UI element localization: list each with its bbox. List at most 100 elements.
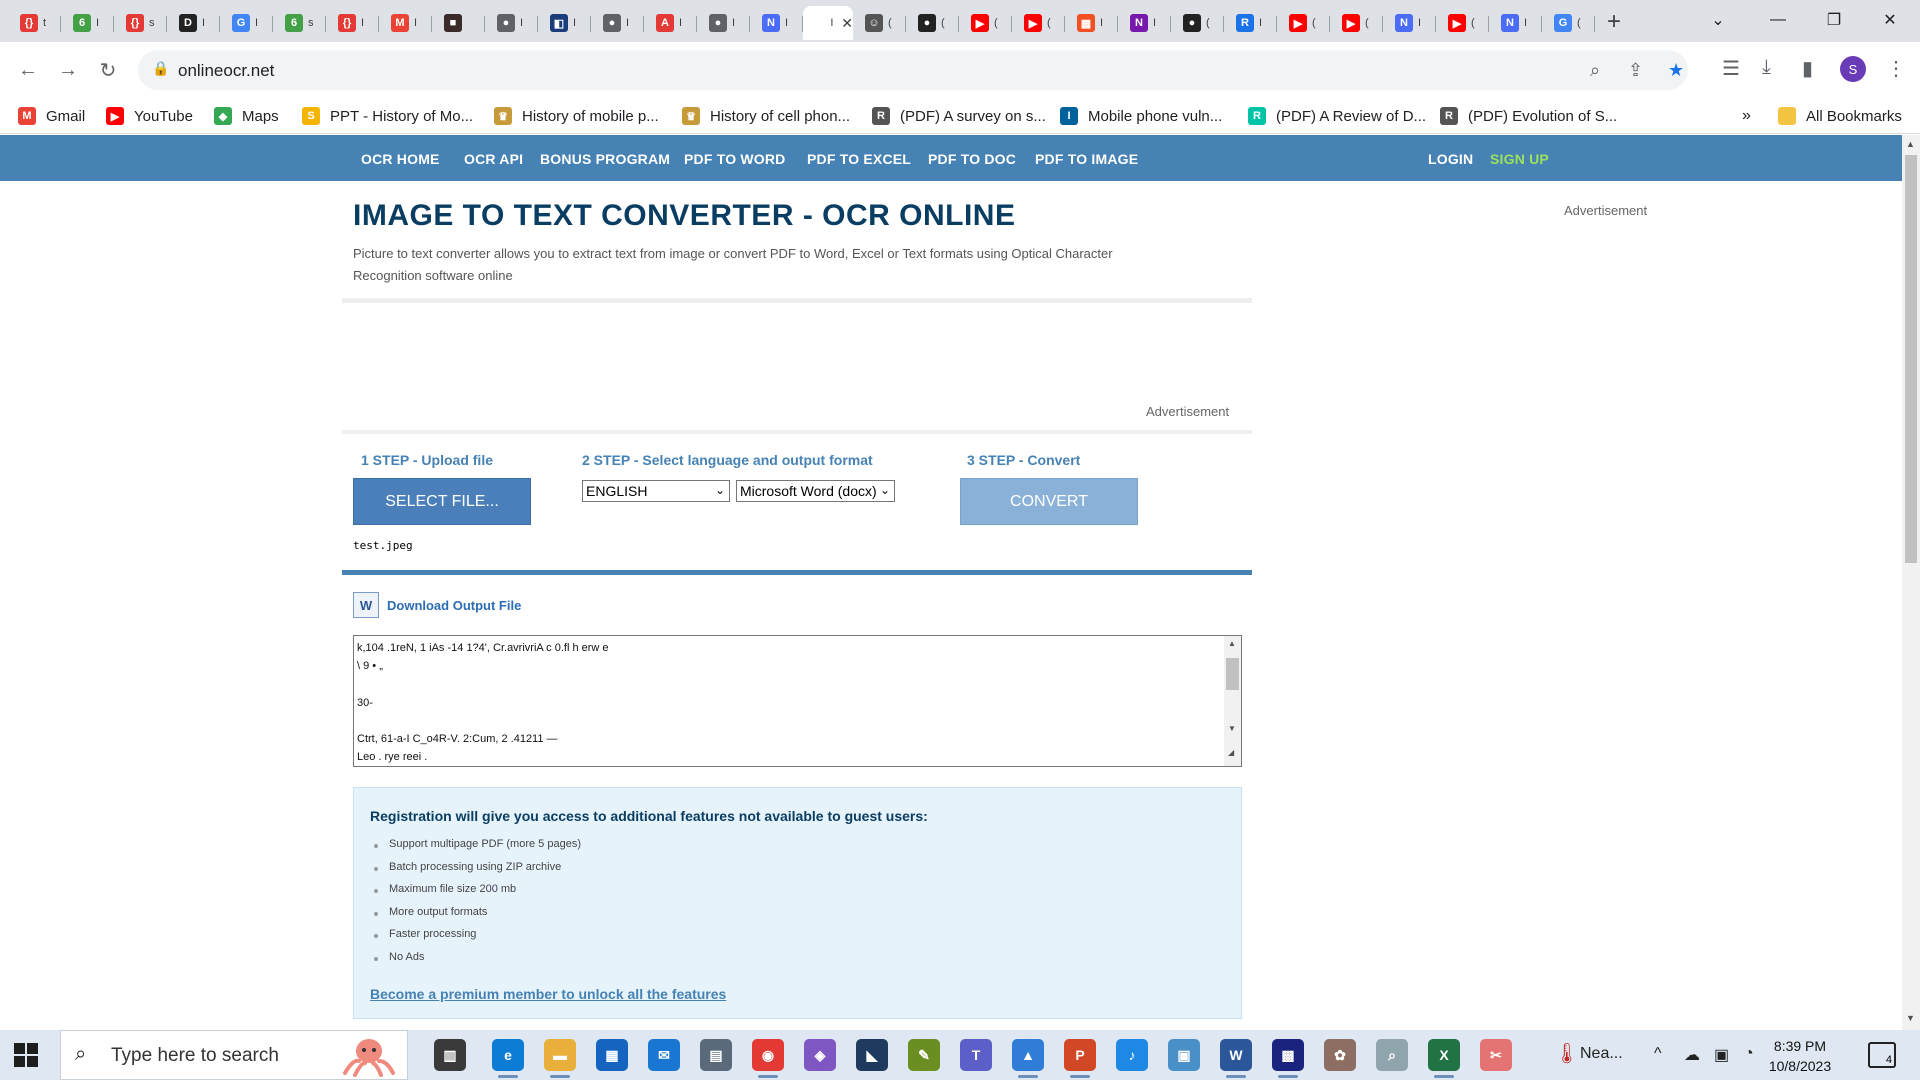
tab[interactable]: DI bbox=[167, 6, 220, 40]
output-format-select[interactable]: Microsoft Word (docx) ⌄ bbox=[736, 480, 895, 502]
tab[interactable]: RI bbox=[1224, 6, 1277, 40]
tab[interactable]: NI bbox=[750, 6, 803, 40]
zoom-icon[interactable]: ⌕ bbox=[1590, 60, 1600, 81]
tab[interactable]: ▶( bbox=[1436, 6, 1489, 40]
tab[interactable]: AI bbox=[644, 6, 697, 40]
bookmark-item[interactable]: S PPT - History of Mo... bbox=[302, 107, 473, 125]
forward-button[interactable]: → bbox=[54, 56, 82, 84]
tab[interactable]: 6I bbox=[61, 6, 114, 40]
tab[interactable]: ●( bbox=[1171, 6, 1224, 40]
bookmark-item[interactable]: M Gmail bbox=[18, 107, 85, 125]
tab[interactable]: ▶( bbox=[1330, 6, 1383, 40]
weather-text[interactable]: Nea... bbox=[1580, 1045, 1623, 1063]
paint-icon[interactable]: ✿ bbox=[1324, 1039, 1356, 1071]
language-select[interactable]: ENGLISH ⌄ bbox=[582, 480, 730, 502]
close-window-button[interactable]: ✕ bbox=[1862, 0, 1918, 40]
new-tab-button[interactable]: + bbox=[1600, 8, 1628, 36]
tab[interactable]: {} s bbox=[114, 6, 167, 40]
scroll-up-icon[interactable]: ▲ bbox=[1228, 639, 1236, 648]
taskbar-search[interactable]: ⌕ Type here to search bbox=[60, 1030, 408, 1080]
scroll-down-icon[interactable]: ▼ bbox=[1228, 724, 1236, 733]
app-icon[interactable]: ▤ bbox=[700, 1039, 732, 1071]
nav-pdf-to-doc[interactable]: PDF TO DOC bbox=[928, 151, 1016, 167]
nav-ocr-api[interactable]: OCR API bbox=[464, 151, 523, 167]
page-scrollbar[interactable]: ▲ ▼ bbox=[1902, 135, 1920, 1030]
bookmark-item[interactable]: I Mobile phone vuln... bbox=[1060, 107, 1222, 125]
display-icon[interactable]: ▣ bbox=[1714, 1045, 1729, 1065]
app-icon[interactable]: ⌕ bbox=[1376, 1039, 1408, 1071]
copilot-icon[interactable]: ◈ bbox=[804, 1039, 836, 1071]
select-file-button[interactable]: SELECT FILE... bbox=[353, 478, 531, 525]
page-scroll-thumb[interactable] bbox=[1905, 155, 1917, 563]
snipping-icon[interactable]: ✂ bbox=[1480, 1039, 1512, 1071]
bookmark-item[interactable]: ◆ Maps bbox=[214, 107, 279, 125]
tab[interactable]: ◧ I bbox=[538, 6, 591, 40]
bookmark-item[interactable]: ▶ YouTube bbox=[106, 107, 193, 125]
resize-grip-icon[interactable]: ◢ bbox=[1228, 748, 1234, 757]
tab[interactable]: ☺( bbox=[853, 6, 906, 40]
nav-pdf-to-word[interactable]: PDF TO WORD bbox=[684, 151, 786, 167]
tab[interactable]: G( bbox=[1542, 6, 1595, 40]
download-icon[interactable]: ⤓ bbox=[1762, 56, 1771, 79]
app-icon[interactable]: ♪ bbox=[1116, 1039, 1148, 1071]
chevron-up-icon[interactable]: ^ bbox=[1654, 1045, 1662, 1063]
tab[interactable]: ■ bbox=[432, 6, 485, 40]
nav-sign-up[interactable]: SIGN UP bbox=[1490, 151, 1549, 167]
nav-pdf-to-excel[interactable]: PDF TO EXCEL bbox=[807, 151, 911, 167]
share-icon[interactable]: ⇪ bbox=[1628, 60, 1643, 81]
download-output-link[interactable]: W Download Output File bbox=[353, 592, 521, 618]
nav-login[interactable]: LOGIN bbox=[1428, 151, 1473, 167]
tab[interactable]: ●( bbox=[906, 6, 959, 40]
side-panel-icon[interactable]: ▮ bbox=[1802, 56, 1813, 81]
close-tab-icon[interactable]: ✕ bbox=[841, 15, 853, 32]
mail-icon[interactable]: ✉ bbox=[648, 1039, 680, 1071]
tab[interactable]: ▶( bbox=[959, 6, 1012, 40]
app-icon[interactable]: ◣ bbox=[856, 1039, 888, 1071]
reading-list-icon[interactable]: ☰ bbox=[1722, 56, 1740, 81]
bookmark-item[interactable]: R (PDF) Evolution of S... bbox=[1440, 107, 1617, 125]
lock-icon[interactable]: 🔒 bbox=[152, 60, 169, 77]
profile-avatar[interactable]: S bbox=[1840, 56, 1866, 82]
cloud-icon[interactable]: ☁ bbox=[1684, 1045, 1700, 1065]
convert-button[interactable]: CONVERT bbox=[960, 478, 1138, 525]
scroll-down-icon[interactable]: ▼ bbox=[1906, 1013, 1915, 1023]
restore-button[interactable]: ❐ bbox=[1806, 0, 1862, 40]
bookmark-item[interactable]: R (PDF) A Review of D... bbox=[1248, 107, 1426, 125]
tab[interactable]: ▶( bbox=[1277, 6, 1330, 40]
nav-ocr-home[interactable]: OCR HOME bbox=[361, 151, 440, 167]
app-icon[interactable]: ▩ bbox=[1272, 1039, 1304, 1078]
ocr-output-textarea[interactable]: k,104 .1reN, 1 iAs -14 1?4', Cr.avrivriA… bbox=[353, 635, 1242, 767]
word-icon[interactable]: W bbox=[1220, 1039, 1252, 1078]
tab[interactable]: ● I bbox=[591, 6, 644, 40]
store-icon[interactable]: ▦ bbox=[596, 1039, 628, 1071]
nav-pdf-to-image[interactable]: PDF TO IMAGE bbox=[1035, 151, 1138, 167]
edge-icon[interactable]: e bbox=[492, 1039, 524, 1078]
url-text[interactable]: onlineocr.net bbox=[178, 61, 274, 81]
task-view-icon[interactable]: ▥ bbox=[434, 1039, 466, 1071]
tab[interactable]: MI bbox=[379, 6, 432, 40]
reload-button[interactable]: ↻ bbox=[94, 56, 122, 84]
all-bookmarks-button[interactable]: All Bookmarks bbox=[1778, 107, 1902, 125]
tab[interactable]: NI bbox=[1489, 6, 1542, 40]
textarea-scrollbar[interactable]: ▲ ▼ ◢ bbox=[1224, 636, 1241, 766]
premium-member-link[interactable]: Become a premium member to unlock all th… bbox=[370, 986, 726, 1002]
file-explorer-icon[interactable]: ▬ bbox=[544, 1039, 576, 1078]
tab[interactable]: {} t bbox=[8, 6, 61, 40]
minimize-button[interactable]: — bbox=[1750, 0, 1806, 40]
teams-icon[interactable]: T bbox=[960, 1039, 992, 1071]
tab-search-button[interactable]: ⌄ bbox=[1690, 0, 1746, 40]
tab[interactable]: ● I bbox=[697, 6, 750, 40]
excel-icon[interactable]: X bbox=[1428, 1039, 1460, 1078]
scroll-thumb[interactable] bbox=[1226, 658, 1239, 690]
chrome-icon[interactable]: ◉ bbox=[752, 1039, 784, 1078]
bookmark-star-icon[interactable]: ★ bbox=[1668, 60, 1684, 81]
photos-icon[interactable]: ▲ bbox=[1012, 1039, 1044, 1078]
wifi-icon[interactable]: ◔ bbox=[1744, 1045, 1754, 1063]
scroll-up-icon[interactable]: ▲ bbox=[1906, 139, 1915, 149]
back-button[interactable]: ← bbox=[14, 56, 42, 84]
menu-kebab-icon[interactable]: ⋮ bbox=[1886, 56, 1906, 81]
thermometer-icon[interactable]: 🌡 bbox=[1554, 1041, 1579, 1066]
bookmark-item[interactable]: ♛ History of cell phon... bbox=[682, 107, 850, 125]
bookmark-item[interactable]: R (PDF) A survey on s... bbox=[872, 107, 1046, 125]
address-bar[interactable]: 🔒 onlineocr.net ⌕ ⇪ ★ bbox=[138, 50, 1688, 90]
